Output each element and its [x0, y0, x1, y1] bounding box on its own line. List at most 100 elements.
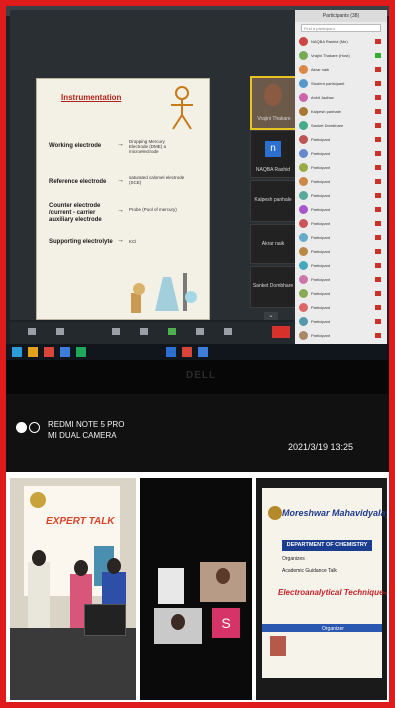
- file-explorer-icon[interactable]: [28, 347, 38, 357]
- avatar: [299, 205, 308, 214]
- avatar: [299, 261, 308, 270]
- slide-row-desc: KCl: [129, 239, 137, 244]
- participant-row[interactable]: Participant: [299, 302, 383, 314]
- participant-row[interactable]: Sanket Dombhare: [299, 120, 383, 132]
- participant-row[interactable]: Participant: [299, 260, 383, 272]
- video-tile[interactable]: Sanket Dombhare: [250, 266, 296, 308]
- slide-title: Instrumentation: [61, 93, 122, 102]
- participant-search-input[interactable]: Find a participant: [301, 24, 381, 32]
- participant-row[interactable]: Participant: [299, 148, 383, 160]
- avatar: [299, 79, 308, 88]
- mic-muted-icon: [375, 235, 381, 240]
- video-tile: [158, 568, 184, 604]
- camera-timestamp: 2021/3/19 13:25: [288, 442, 354, 452]
- participant-row[interactable]: Participant: [299, 274, 383, 286]
- participant-name: Participant: [311, 221, 330, 226]
- person-head: [74, 560, 88, 576]
- participants-icon[interactable]: [112, 328, 120, 335]
- app-icon[interactable]: [60, 347, 70, 357]
- video-conference-photo: S: [140, 478, 252, 700]
- participants-title: Participants (38): [295, 10, 387, 22]
- video-camera-icon[interactable]: [56, 328, 64, 335]
- participant-row[interactable]: Participant: [299, 176, 383, 188]
- participant-row[interactable]: Participant: [299, 288, 383, 300]
- speaker-photo: [270, 636, 286, 656]
- app-icon[interactable]: [76, 347, 86, 357]
- app-icon[interactable]: [182, 347, 192, 357]
- person-head: [32, 550, 46, 566]
- participant-row[interactable]: Ankit Jadhav: [299, 92, 383, 104]
- share-screen-icon[interactable]: [168, 328, 176, 335]
- slide-row-label: Working electrode: [49, 143, 102, 149]
- participant-name: Participant: [311, 235, 330, 240]
- avatar: [299, 65, 308, 74]
- participant-name: Participant: [311, 151, 330, 156]
- poster-talk: Academic Guidance Talk: [282, 568, 337, 574]
- participant-row[interactable]: Participant: [299, 218, 383, 230]
- avatar: [299, 163, 308, 172]
- participant-row[interactable]: Participant: [299, 162, 383, 174]
- participant-row[interactable]: NAQBA Rashid (Me): [299, 36, 383, 48]
- windows-start-icon[interactable]: [12, 347, 22, 357]
- participant-row[interactable]: Akrar naik: [299, 64, 383, 76]
- mic-muted-icon: [375, 109, 381, 114]
- arrow-right-icon: →: [117, 237, 124, 244]
- participant-row[interactable]: Participant: [299, 316, 383, 328]
- app-icon[interactable]: [44, 347, 54, 357]
- mic-muted-icon: [375, 39, 381, 44]
- participant-row[interactable]: Participant: [299, 190, 383, 202]
- chevron-down-icon[interactable]: ⌄: [264, 312, 278, 320]
- record-icon[interactable]: [196, 328, 204, 335]
- avatar-letter: S: [212, 608, 240, 638]
- camera-model: REDMI NOTE 5 PRO: [48, 420, 125, 429]
- avatar: [299, 233, 308, 242]
- avatar: [299, 247, 308, 256]
- participant-row[interactable]: Student participant: [299, 78, 383, 90]
- mic-muted-icon: [375, 123, 381, 128]
- person: [28, 562, 50, 632]
- participant-row[interactable]: Participant: [299, 232, 383, 244]
- participant-name: Participant: [311, 291, 330, 296]
- app-icon[interactable]: [198, 347, 208, 357]
- camera-lens: MI DUAL CAMERA: [48, 431, 117, 440]
- end-meeting-button[interactable]: [272, 326, 290, 338]
- participant-name: Participant: [311, 305, 330, 310]
- participant-row[interactable]: Participant: [299, 246, 383, 258]
- video-tile-active-speaker[interactable]: Vrajini Thakare: [250, 76, 298, 130]
- participant-row[interactable]: Participant: [299, 134, 383, 146]
- poster-organizer-label: Organizer: [322, 626, 344, 632]
- slide-row-desc: Probe (Pool of mercury): [129, 207, 177, 212]
- participant-row[interactable]: Kalpesh panhale: [299, 106, 383, 118]
- mic-muted-icon: [375, 95, 381, 100]
- tile-name: Sanket Dombhare: [252, 283, 294, 289]
- mic-muted-icon: [375, 67, 381, 72]
- video-tile: [200, 562, 246, 602]
- zoom-app-icon[interactable]: [166, 347, 176, 357]
- mic-icon[interactable]: [28, 328, 36, 335]
- avatar: [299, 289, 308, 298]
- arrow-right-icon: →: [117, 141, 124, 148]
- speaker-face: [264, 84, 282, 106]
- video-tile[interactable]: Kalpesh panhale: [250, 180, 296, 222]
- participant-row[interactable]: Participant: [299, 330, 383, 342]
- participant-row[interactable]: Vrajini Thakare (Host): [299, 50, 383, 62]
- participant-name: Sanket Dombhare: [311, 123, 344, 128]
- avatar: [299, 191, 308, 200]
- monitor-photo: Instrumentation Working electrode → Drop…: [6, 6, 389, 472]
- participants-panel: Participants (38) Find a participant NAQ…: [295, 10, 387, 370]
- chat-icon[interactable]: [140, 328, 148, 335]
- video-tile[interactable]: n NAQBA Rashid: [250, 130, 296, 178]
- participant-name: Participant: [311, 249, 330, 254]
- reactions-icon[interactable]: [224, 328, 232, 335]
- monitor-screen: Instrumentation Working electrode → Drop…: [6, 6, 389, 376]
- avatar: [299, 149, 308, 158]
- participant-row[interactable]: Participant: [299, 204, 383, 216]
- tile-name: Kalpesh panhale: [254, 197, 292, 203]
- mic-muted-icon: [375, 81, 381, 86]
- participant-name: Kalpesh panhale: [311, 109, 341, 114]
- video-tile[interactable]: Akrar naik: [250, 224, 296, 264]
- participant-name: NAQBA Rashid (Me): [311, 39, 348, 44]
- arrow-right-icon: →: [117, 177, 124, 184]
- slide-row-desc: Dropping Mercury Electrode (DME) a micro…: [129, 139, 167, 154]
- avatar: [299, 275, 308, 284]
